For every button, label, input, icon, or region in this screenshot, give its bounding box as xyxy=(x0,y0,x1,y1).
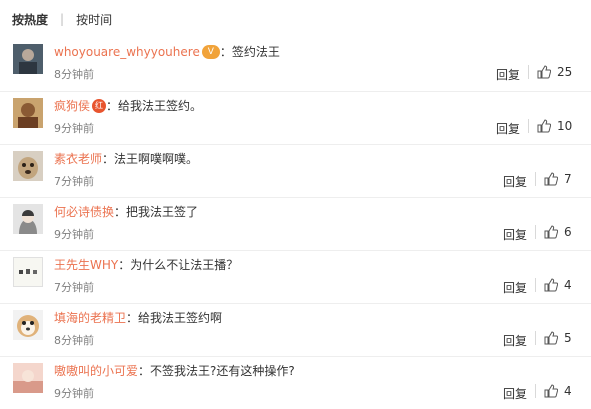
comment-time: 7分钟前 xyxy=(54,281,94,294)
thumbs-up-icon xyxy=(544,384,558,398)
vip-badge-icon: V xyxy=(201,44,220,59)
comment-item: 何必诗债换 ：把我法王签了 9分钟前 回复 6 xyxy=(0,197,591,250)
like-button[interactable]: 10 xyxy=(528,119,572,133)
comment-text: ：把我法王签了 xyxy=(114,205,199,219)
reply-button[interactable]: 回复 xyxy=(503,226,527,243)
reply-button[interactable]: 回复 xyxy=(496,66,520,83)
thumbs-up-icon xyxy=(537,65,551,79)
sort-separator: | xyxy=(60,12,65,26)
comment-item: 填海的老精卫 ：给我法王签约啊 8分钟前 回复 5 xyxy=(0,303,591,356)
like-button[interactable]: 25 xyxy=(528,65,572,79)
like-count: 5 xyxy=(564,331,572,345)
divider xyxy=(535,172,536,186)
avatar[interactable] xyxy=(13,98,43,128)
thumbs-up-icon xyxy=(544,278,558,292)
sort-by-hot-tab[interactable]: 按热度 xyxy=(12,11,48,28)
reply-button[interactable]: 回复 xyxy=(503,385,527,402)
divider xyxy=(528,119,529,133)
sort-bar: 按热度 | 按时间 xyxy=(0,0,591,38)
comment-item: 疯狗侯 红 ：给我法王签约。 9分钟前 回复 10 xyxy=(0,91,591,144)
comment-time: 7分钟前 xyxy=(54,175,94,188)
like-button[interactable]: 4 xyxy=(535,278,572,292)
comment-text: ：法王啊噗啊噗。 xyxy=(102,152,199,166)
reply-button[interactable]: 回复 xyxy=(503,279,527,296)
comment-text: ：为什么不让法王播？ xyxy=(118,258,239,272)
avatar[interactable] xyxy=(13,44,43,74)
thumbs-up-icon xyxy=(544,331,558,345)
like-count: 4 xyxy=(564,278,572,292)
comment-item: whoyouare_whyyouhere V ：签约法王 8分钟前 回复 25 xyxy=(0,38,591,91)
comment-item: 王先生WHY ：为什么不让法王播？ 7分钟前 回复 4 xyxy=(0,250,591,303)
thumbs-up-icon xyxy=(537,119,551,133)
comment-username[interactable]: 何必诗债换 xyxy=(54,203,114,220)
comment-list: whoyouare_whyyouhere V ：签约法王 8分钟前 回复 25 … xyxy=(0,38,591,409)
thumbs-up-icon xyxy=(544,225,558,239)
divider xyxy=(535,278,536,292)
avatar[interactable] xyxy=(13,257,43,287)
comment-time: 9分钟前 xyxy=(54,228,94,241)
comment-time: 9分钟前 xyxy=(54,387,94,400)
like-button[interactable]: 4 xyxy=(535,384,572,398)
avatar[interactable] xyxy=(13,151,43,181)
like-count: 7 xyxy=(564,172,572,186)
like-count: 4 xyxy=(564,384,572,398)
comment-time: 8分钟前 xyxy=(54,68,94,81)
comment-time: 9分钟前 xyxy=(54,122,94,135)
comment-text: ：给我法王签约。 xyxy=(106,99,203,113)
reply-button[interactable]: 回复 xyxy=(503,332,527,349)
level-badge-icon: 红 xyxy=(92,98,107,113)
divider xyxy=(528,65,529,79)
like-count: 25 xyxy=(557,65,573,79)
like-button[interactable]: 6 xyxy=(535,225,572,239)
like-button[interactable]: 7 xyxy=(535,172,572,186)
divider xyxy=(535,384,536,398)
like-button[interactable]: 5 xyxy=(535,331,572,345)
like-count: 10 xyxy=(557,119,573,133)
reply-button[interactable]: 回复 xyxy=(496,120,520,137)
comment-username[interactable]: 王先生WHY xyxy=(54,256,118,273)
comment-text: ：签约法王 xyxy=(219,45,280,59)
comment-item: 嗷嗷叫的小可爱 ：不签我法王?还有这种操作? 9分钟前 回复 4 xyxy=(0,356,591,409)
avatar[interactable] xyxy=(13,363,43,393)
divider xyxy=(535,331,536,345)
reply-button[interactable]: 回复 xyxy=(503,173,527,190)
avatar[interactable] xyxy=(13,310,43,340)
sort-by-time-tab[interactable]: 按时间 xyxy=(76,11,112,28)
comment-username[interactable]: 素衣老师 xyxy=(54,150,102,167)
thumbs-up-icon xyxy=(544,172,558,186)
comment-text: ：不签我法王?还有这种操作? xyxy=(138,364,295,378)
comment-username[interactable]: 嗷嗷叫的小可爱 xyxy=(54,362,138,379)
divider xyxy=(535,225,536,239)
comment-username[interactable]: 填海的老精卫 xyxy=(54,309,126,326)
like-count: 6 xyxy=(564,225,572,239)
comment-item: 素衣老师 ：法王啊噗啊噗。 7分钟前 回复 7 xyxy=(0,144,591,197)
comment-username[interactable]: whoyouare_whyyouhere xyxy=(54,45,200,59)
comment-time: 8分钟前 xyxy=(54,334,94,347)
comment-username[interactable]: 疯狗侯 xyxy=(54,97,90,114)
comment-text: ：给我法王签约啊 xyxy=(126,311,223,325)
avatar[interactable] xyxy=(13,204,43,234)
